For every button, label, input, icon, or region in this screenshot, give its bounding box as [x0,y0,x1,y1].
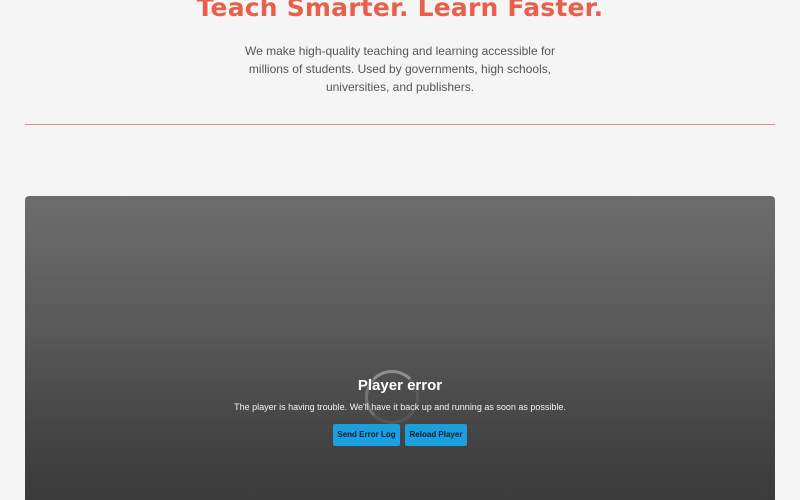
player-error-message: The player is having trouble. We'll have… [234,402,566,412]
page: Teach Smarter. Learn Faster. We make hig… [0,0,800,500]
player-error-title: Player error [357,377,443,394]
reload-player-button[interactable]: Reload Player [405,424,467,446]
send-error-log-button[interactable]: Send Error Log [333,424,400,446]
section-divider [25,124,775,125]
hero-title: Teach Smarter. Learn Faster. [196,0,604,22]
video-player[interactable]: Player error The player is having troubl… [25,196,775,500]
hero-subtitle: We make high-quality teaching and learni… [245,44,555,94]
